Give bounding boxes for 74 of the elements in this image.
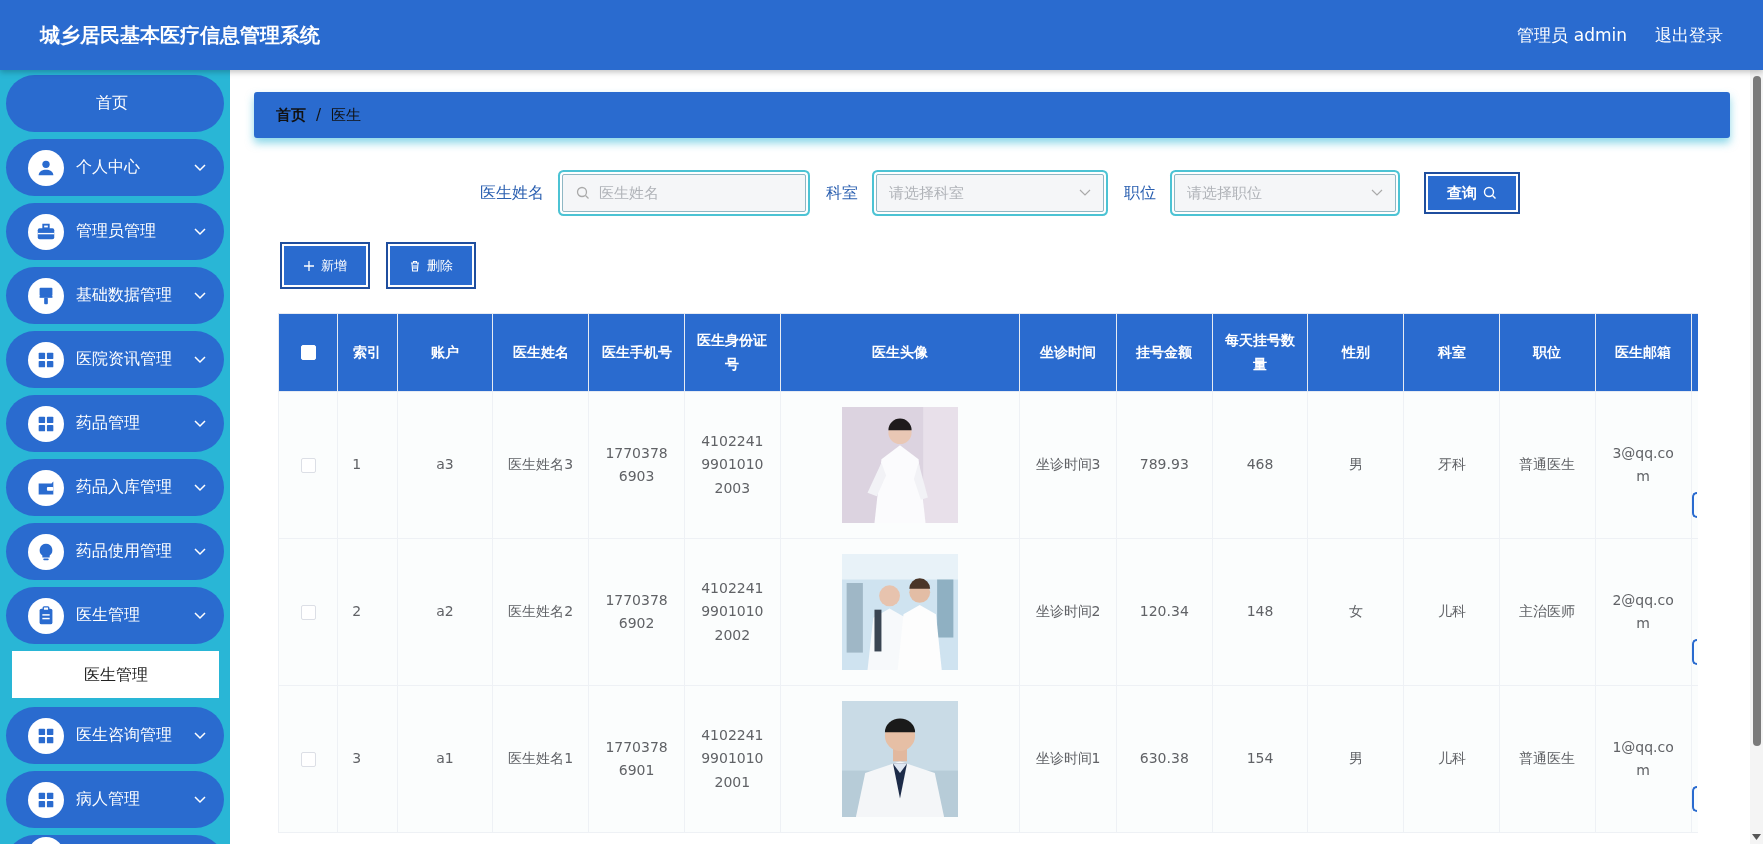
table-cell: 坐诊时间3 xyxy=(1019,391,1117,539)
table-cell: 女 xyxy=(1307,538,1404,686)
column-header: 账户 xyxy=(397,313,493,392)
table-cell: 2@qq.com xyxy=(1595,538,1691,686)
table-cell: 普通医生 xyxy=(1499,391,1596,539)
table-cell: 148 xyxy=(1212,538,1308,686)
table-cell: 3@qq.com xyxy=(1595,391,1691,539)
table-cell: 1 xyxy=(337,391,398,539)
table-cell: 410224199010102002 xyxy=(684,538,781,686)
sidebar-item[interactable]: 医院资讯管理 xyxy=(6,331,224,388)
table-cell: 3 xyxy=(337,685,398,833)
column-header: 坐诊时间 xyxy=(1019,313,1117,392)
table-cell: 468 xyxy=(1212,391,1308,539)
table-cell: 17703786901 xyxy=(588,685,685,833)
breadcrumb-link[interactable]: 首页 xyxy=(276,105,306,125)
column-header: 职位 xyxy=(1499,313,1596,392)
column-header: 医生邮箱 xyxy=(1595,313,1691,392)
table-cell: 17703786902 xyxy=(588,538,685,686)
table-cell: 牙科 xyxy=(1403,391,1500,539)
table-cell: a3 xyxy=(397,391,493,539)
column-header: 医生头像 xyxy=(780,313,1020,392)
table-cell: a1 xyxy=(397,685,493,833)
column-header: 医生姓名 xyxy=(492,313,589,392)
search-field[interactable]: 医生姓名 xyxy=(562,174,806,212)
table-cell: 医生姓名3 xyxy=(492,391,589,539)
table-cell: 普通医生 xyxy=(1499,685,1596,833)
user-label: 管理员 admin xyxy=(1517,23,1627,47)
table-cell: 主治医师 xyxy=(1499,538,1596,686)
table-cell: 410224199010102003 xyxy=(684,391,781,539)
column-header: 科室 xyxy=(1403,313,1500,392)
table-cell: a2 xyxy=(397,538,493,686)
app-title: 城乡居民基本医疗信息管理系统 xyxy=(40,21,321,49)
sidebar-item[interactable]: 医生管理 xyxy=(6,587,224,644)
field-label: 医生姓名 xyxy=(480,182,544,204)
field-label: 科室 xyxy=(826,182,858,204)
add-button[interactable]: 新增 xyxy=(282,244,368,287)
delete-button[interactable]: 删除 xyxy=(388,244,474,287)
column-header: 索引 xyxy=(337,313,398,392)
sidebar-item[interactable]: 药品入库管理 xyxy=(6,459,224,516)
table-cell: 男 xyxy=(1307,391,1404,539)
table-cell: 坐诊时间2 xyxy=(1019,538,1117,686)
table-cell: 儿科 xyxy=(1403,538,1500,686)
table-cell: 男 xyxy=(1307,685,1404,833)
sidebar-item[interactable]: 药品管理 xyxy=(6,395,224,452)
column-header: 挂号金额 xyxy=(1116,313,1213,392)
sidebar-item[interactable]: 管理员管理 xyxy=(6,203,224,260)
breadcrumb-link[interactable]: 医生 xyxy=(331,105,362,125)
sidebar-item[interactable]: 病人管理 xyxy=(6,771,224,828)
table-cell: 坐诊时间1 xyxy=(1019,685,1117,833)
column-header: 医生身份证号 xyxy=(684,313,781,392)
table-cell: 120.34 xyxy=(1116,538,1213,686)
table-cell: 17703786903 xyxy=(588,391,685,539)
sidebar-item[interactable]: 首页 xyxy=(6,75,224,132)
sidebar-item[interactable]: 药品使用管理 xyxy=(6,523,224,580)
table-cell: 630.38 xyxy=(1116,685,1213,833)
table-cell: 154 xyxy=(1212,685,1308,833)
table-cell: 410224199010102001 xyxy=(684,685,781,833)
sidebar-item[interactable]: 医生咨询管理 xyxy=(6,707,224,764)
table-cell: 儿科 xyxy=(1403,685,1500,833)
table-cell: 789.93 xyxy=(1116,391,1213,539)
table-cell: 2 xyxy=(337,538,398,686)
table-cell: 医生姓名1 xyxy=(492,685,589,833)
column-header: 医生手机号 xyxy=(588,313,685,392)
breadcrumb-separator: / xyxy=(316,106,322,124)
sidebar-item[interactable]: 个人中心 xyxy=(6,139,224,196)
table-cell: 医生姓名2 xyxy=(492,538,589,686)
sidebar-item[interactable]: 基础数据管理 xyxy=(6,267,224,324)
logout-link[interactable]: 退出登录 xyxy=(1655,23,1723,47)
submenu-item[interactable]: 医生管理 xyxy=(12,651,219,698)
column-header: 性别 xyxy=(1307,313,1404,392)
column-header: 每天挂号数量 xyxy=(1212,313,1308,392)
search-button[interactable]: 查询 xyxy=(1426,174,1518,212)
field-label: 职位 xyxy=(1124,182,1156,204)
table-cell: 1@qq.com xyxy=(1595,685,1691,833)
